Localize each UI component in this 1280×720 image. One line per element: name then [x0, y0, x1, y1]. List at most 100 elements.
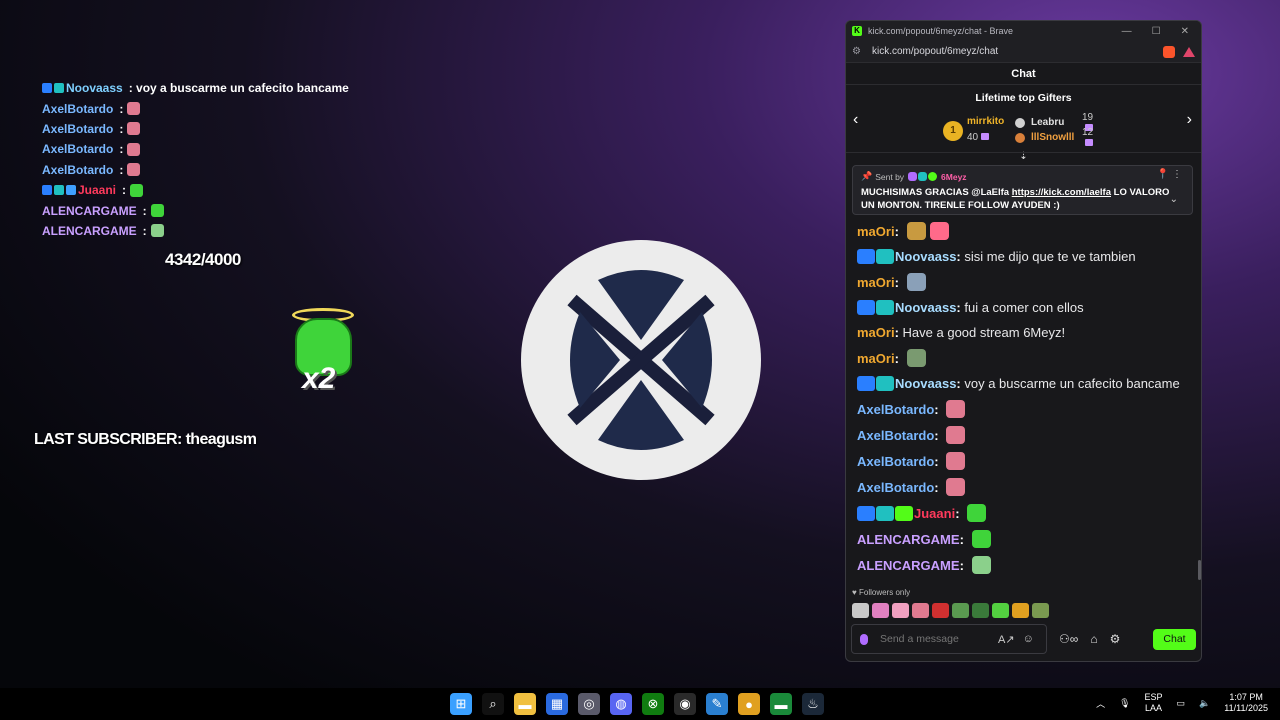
maximize-icon[interactable]: ☐ [1152, 26, 1161, 37]
emote-icon[interactable] [972, 603, 989, 618]
overlay-chat-line: AxelBotardo: [42, 98, 362, 118]
emote-icon[interactable] [852, 603, 869, 618]
pinned-user[interactable]: 6Meyz [941, 172, 967, 182]
emote-icon[interactable] [892, 603, 909, 618]
search-icon[interactable]: ⌕ [482, 693, 504, 715]
network-icon[interactable]: ▭ [1177, 698, 1186, 709]
chat-username[interactable]: Noovaass [895, 300, 956, 315]
store-icon[interactable]: ▦ [546, 693, 568, 715]
store-icon[interactable]: ⌂ [1090, 632, 1097, 646]
emote-icon [929, 222, 949, 240]
chat-username[interactable]: AxelBotardo [857, 480, 934, 495]
emote-icon [946, 400, 966, 418]
badge-icon [54, 83, 64, 94]
chat-message: maOri: Have a good stream 6Meyz! [857, 325, 1066, 340]
emote-icon[interactable] [932, 603, 949, 618]
overlay-chat-line: Noovaass: voy a buscarme un cafecito ban… [42, 78, 362, 98]
window-title: kick.com/popout/6meyz/chat - Brave [868, 26, 1014, 36]
gifter-row[interactable]: lllSnowlll 12 [1015, 127, 1093, 146]
discord-icon[interactable]: ◍ [610, 693, 632, 715]
pinned-link[interactable]: https://kick.com/laelfa [1012, 187, 1111, 198]
steam-icon[interactable]: ♨ [802, 693, 824, 715]
chat-username[interactable]: maOri [857, 224, 895, 239]
terminal-icon[interactable]: ▬ [770, 693, 792, 715]
chevron-up-icon[interactable]: ︿ [1096, 697, 1105, 710]
overlay-chat: Noovaass: voy a buscarme un cafecito ban… [42, 78, 362, 241]
top-gifter-count: 40 [967, 132, 979, 143]
site-settings-icon[interactable]: ⚙ [852, 46, 864, 57]
windows-start-icon[interactable]: ⊞ [450, 693, 472, 715]
chat-scrollbar[interactable] [1198, 560, 1201, 580]
emoji-icon[interactable]: ☺ [1023, 633, 1034, 645]
chat-username[interactable]: Noovaass [895, 376, 956, 391]
brave-rewards-icon[interactable] [1183, 46, 1195, 57]
badge-icon [876, 506, 894, 521]
followers-only-label: ♥ Followers only [852, 588, 911, 597]
gifter-row[interactable]: Leabru 19 [1015, 112, 1093, 131]
browser-icon[interactable]: ◎ [578, 693, 600, 715]
chat-message: maOri: [845, 269, 1190, 295]
overlay-message: : [119, 121, 124, 136]
rank-badge-icon [1015, 132, 1025, 143]
emote-icon [127, 122, 141, 136]
scroll-down-icon[interactable]: ⇣ [846, 152, 1201, 163]
chevron-down-icon[interactable]: ⌄ [1170, 194, 1178, 205]
chat-username[interactable]: maOri [857, 351, 895, 366]
microphone-icon[interactable]: 🎙 [1119, 698, 1130, 709]
file-explorer-icon[interactable]: ▬ [514, 693, 536, 715]
emote-icon [150, 204, 164, 218]
brave-shields-icon[interactable] [1163, 45, 1175, 58]
chat-message: maOri: [845, 218, 1190, 244]
chat-username[interactable]: Noovaass [895, 249, 956, 264]
top-gifter-name[interactable]: mirrkito [967, 116, 1004, 127]
clock[interactable]: 1:07 PM 11/11/2025 [1224, 692, 1268, 714]
chat-username[interactable]: maOri [857, 325, 895, 340]
xbox-icon[interactable]: ⊗ [642, 693, 664, 715]
mic-badge-icon [908, 172, 918, 181]
chat-username[interactable]: AxelBotardo [857, 402, 934, 417]
gift-icon [981, 133, 990, 140]
url-text[interactable]: kick.com/popout/6meyz/chat [872, 46, 998, 57]
gifter-name: Leabru [1031, 117, 1065, 128]
chat-username[interactable]: ALENCARGAME [857, 532, 960, 547]
minimize-icon[interactable]: — [1122, 26, 1132, 37]
emote-icon [946, 478, 966, 496]
emote-icon [127, 142, 141, 156]
chat-username[interactable]: AxelBotardo [857, 454, 934, 469]
overlay-message: : [122, 183, 127, 198]
prev-arrow-icon[interactable]: ‹ [853, 111, 858, 129]
pinned-text: MUCHISIMAS GRACIAS @LaElfa https://kick.… [861, 187, 1170, 211]
volume-icon[interactable]: 🔈 [1199, 698, 1210, 709]
gifters-title: Lifetime top Gifters [975, 92, 1072, 104]
emote-icon[interactable] [952, 603, 969, 618]
mic-badge-icon[interactable] [860, 633, 868, 645]
chat-username[interactable]: maOri [857, 275, 895, 290]
gear-icon[interactable]: ⚙ [1110, 632, 1121, 646]
emote-icon[interactable] [992, 603, 1009, 618]
translate-icon[interactable]: A↗ [998, 633, 1015, 646]
next-arrow-icon[interactable]: › [1187, 111, 1192, 129]
notepad-icon[interactable]: ✎ [706, 693, 728, 715]
message-input-box[interactable]: A↗ ☺ [851, 624, 1047, 654]
chat-username[interactable]: ALENCARGAME [857, 558, 960, 573]
message-input[interactable] [880, 633, 990, 645]
send-chat-button[interactable]: Chat [1153, 628, 1196, 650]
chrome-icon[interactable]: ● [738, 693, 760, 715]
close-icon[interactable]: ✕ [1181, 26, 1189, 37]
emote-icon[interactable] [1012, 603, 1029, 618]
emote-icon[interactable] [872, 603, 889, 618]
chat-text: Have a good stream 6Meyz! [902, 325, 1066, 340]
chat-message: Noovaass: sisi me dijo que te ve tambien [845, 244, 1190, 269]
chat-username[interactable]: AxelBotardo [857, 428, 934, 443]
chat-message: Juaani: [845, 500, 1190, 526]
language-indicator[interactable]: ESP LAA [1145, 692, 1163, 714]
chat-message: ALENCARGAME: [845, 526, 1190, 552]
goal-counter: 4342/4000 [165, 250, 241, 269]
users-icon[interactable]: ⚇∞ [1059, 632, 1078, 646]
emote-icon[interactable] [912, 603, 929, 618]
chat-username[interactable]: Juaani [914, 506, 955, 521]
emote-icon[interactable] [1032, 603, 1049, 618]
obs-icon[interactable]: ◉ [674, 693, 696, 715]
emote-icon [946, 452, 966, 470]
pin-unpin-icon[interactable]: 📍 ⋮ [1157, 169, 1182, 180]
